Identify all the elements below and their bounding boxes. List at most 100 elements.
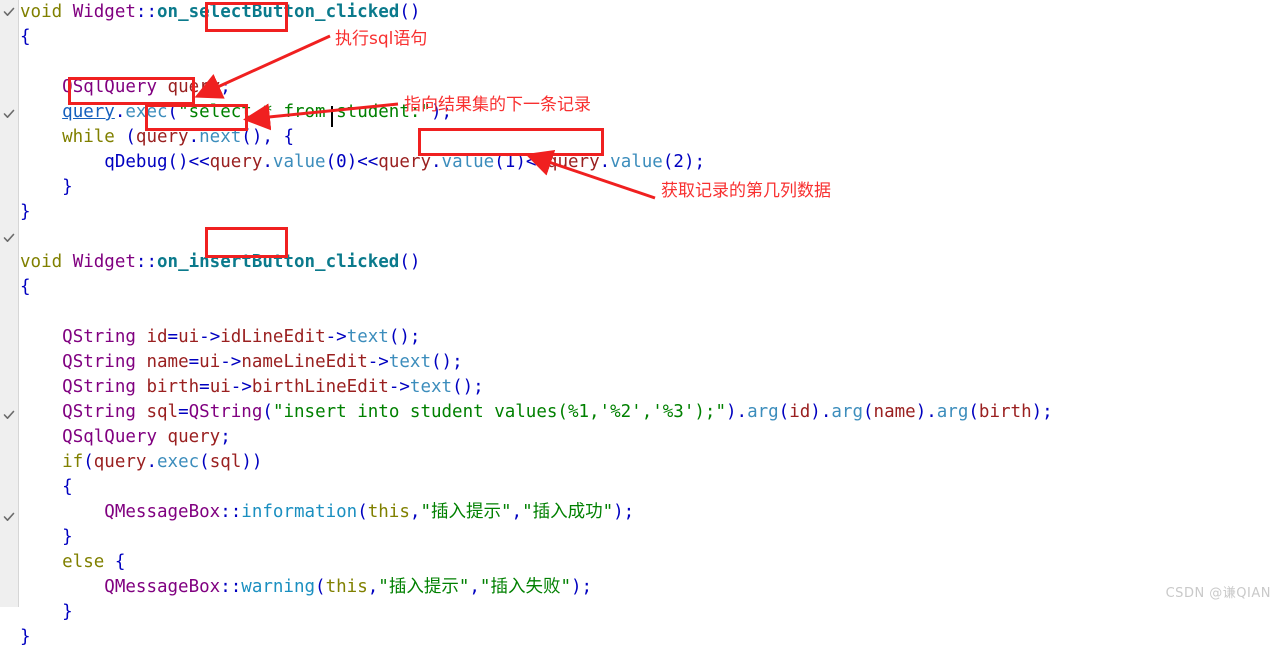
code-token: { xyxy=(20,27,31,47)
code-line: else { xyxy=(20,550,1279,575)
code-line: } xyxy=(20,625,1279,650)
checkmark-fold-icon[interactable] xyxy=(3,6,15,18)
code-token: text xyxy=(409,377,453,397)
code-token: information xyxy=(241,502,358,522)
code-token: QString xyxy=(62,377,136,397)
code-token: } xyxy=(20,202,31,222)
code-token: 2 xyxy=(673,152,684,172)
code-token: } xyxy=(20,527,73,547)
code-token: (); xyxy=(452,377,484,397)
code-token: 1 xyxy=(504,152,516,172)
code-line: } xyxy=(20,525,1279,550)
code-token: { xyxy=(20,477,73,497)
code-line: { xyxy=(20,275,1279,300)
code-token: on_insertButton_clicked xyxy=(157,252,400,272)
code-line: query.exec("select * from student:"); xyxy=(20,100,1279,125)
code-token: name xyxy=(873,402,916,422)
code-token: QSqlQuery xyxy=(62,77,157,97)
code-token: = xyxy=(199,377,210,397)
code-token: this xyxy=(367,502,410,522)
code-token: ( xyxy=(262,402,273,422)
code-line: QMessageBox::warning(this,"插入提示","插入失败")… xyxy=(20,575,1279,600)
code-token: -> xyxy=(388,377,410,397)
code-token: ; xyxy=(220,427,231,447)
code-token: ); xyxy=(1031,402,1053,422)
code-token: sql xyxy=(209,452,242,472)
checkmark-fold-icon[interactable] xyxy=(3,409,15,421)
code-line: } xyxy=(20,175,1279,200)
code-line: QMessageBox::information(this,"插入提示","插入… xyxy=(20,500,1279,525)
code-token: . xyxy=(114,102,126,122)
code-token: { xyxy=(20,277,31,297)
code-token: QString xyxy=(62,352,136,372)
code-token: birthLineEdit xyxy=(251,377,389,397)
code-token: ( xyxy=(199,452,210,472)
code-token: 0 xyxy=(336,152,347,172)
code-token: ). xyxy=(915,402,937,422)
code-token: () xyxy=(399,252,421,272)
code-line: } xyxy=(20,600,1279,625)
code-token: :: xyxy=(135,2,157,22)
code-token: "插入提示" xyxy=(420,502,512,522)
code-token: ). xyxy=(810,402,832,422)
code-line: void Widget::on_selectButton_clicked() xyxy=(20,0,1279,25)
code-text-area[interactable]: void Widget::on_selectButton_clicked(){ … xyxy=(20,0,1279,647)
code-token: arg xyxy=(831,402,863,422)
code-token: -> xyxy=(367,352,389,372)
code-token: void xyxy=(20,252,63,272)
code-token: -> xyxy=(230,377,252,397)
code-token: text xyxy=(346,327,389,347)
code-token: )) xyxy=(241,452,263,472)
code-token: -> xyxy=(325,327,347,347)
code-token: "插入失败" xyxy=(479,577,571,597)
code-token: void xyxy=(20,2,63,22)
code-token: birth xyxy=(978,402,1032,422)
code-token: if xyxy=(20,452,84,472)
fold-gutter[interactable] xyxy=(0,0,19,607)
code-token: QMessageBox xyxy=(104,577,221,597)
checkmark-fold-icon[interactable] xyxy=(3,232,15,244)
code-token: } xyxy=(20,177,73,197)
code-token: (); xyxy=(431,352,463,372)
checkmark-fold-icon[interactable] xyxy=(3,511,15,523)
code-token: ); xyxy=(683,152,706,172)
code-line: while (query.next(), { xyxy=(20,125,1279,150)
code-token: ( xyxy=(357,502,368,522)
code-token: "插入成功" xyxy=(522,502,614,522)
code-token: ( xyxy=(968,402,979,422)
code-editor[interactable]: void Widget::on_selectButton_clicked(){ … xyxy=(0,0,1279,647)
code-token: next xyxy=(199,127,242,147)
code-token: arg xyxy=(747,402,779,422)
code-token: )<< xyxy=(346,152,379,172)
code-token: query xyxy=(167,77,221,97)
checkmark-fold-icon[interactable] xyxy=(3,108,15,120)
code-token: id xyxy=(146,327,168,347)
code-token: ( xyxy=(167,102,179,122)
code-token: qDebug xyxy=(104,152,168,172)
text-caret xyxy=(331,106,333,127)
code-token: :: xyxy=(220,502,242,522)
code-line: { xyxy=(20,475,1279,500)
code-token: query xyxy=(93,452,147,472)
code-token: birth xyxy=(146,377,200,397)
code-token: idLineEdit xyxy=(220,327,326,347)
code-token: . xyxy=(599,152,611,172)
code-token: . xyxy=(262,152,273,172)
code-token: ( xyxy=(325,152,337,172)
code-token: :: xyxy=(220,577,242,597)
code-token: query xyxy=(209,152,263,172)
code-token: ( xyxy=(778,402,790,422)
code-token: ( xyxy=(662,152,674,172)
code-token: ()<< xyxy=(167,152,210,172)
